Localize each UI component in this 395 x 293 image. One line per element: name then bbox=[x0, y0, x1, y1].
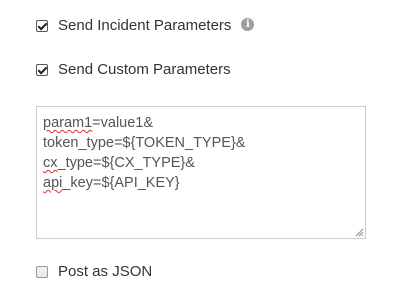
post-as-json-option[interactable]: Post as JSON bbox=[36, 262, 152, 282]
info-icon[interactable]: i bbox=[241, 17, 255, 31]
param-line-text: token_type=${TOKEN_TYPE}& bbox=[43, 135, 246, 151]
param-line-1: param1=value1& bbox=[43, 113, 245, 133]
send-custom-parameters-option[interactable]: Send Custom Parameters bbox=[36, 60, 231, 80]
send-incident-parameters-checkbox[interactable] bbox=[36, 20, 48, 32]
post-as-json-checkbox[interactable] bbox=[36, 266, 48, 278]
send-incident-parameters-option[interactable]: Send Incident Parameters i bbox=[36, 16, 255, 36]
spellcheck-word: param1 bbox=[43, 115, 93, 131]
custom-parameters-text[interactable]: param1=value1& token_type=${TOKEN_TYPE}&c… bbox=[43, 113, 245, 193]
send-custom-parameters-label[interactable]: Send Custom Parameters bbox=[58, 60, 231, 80]
post-as-json-label[interactable]: Post as JSON bbox=[58, 262, 152, 282]
spellcheck-word: api bbox=[43, 175, 63, 191]
spellcheck-word: cx bbox=[43, 155, 58, 171]
send-incident-parameters-label[interactable]: Send Incident Parameters bbox=[58, 16, 231, 36]
param-line-text: _type=${CX_TYPE}& bbox=[57, 155, 195, 171]
param-line-4: api_key=${API_KEY} bbox=[43, 173, 245, 193]
send-custom-parameters-checkbox[interactable] bbox=[36, 64, 48, 76]
param-line-3: cx_type=${CX_TYPE}& bbox=[43, 153, 245, 173]
param-line-2: token_type=${TOKEN_TYPE}& bbox=[43, 133, 245, 153]
param-line-text: =value1& bbox=[92, 115, 154, 131]
custom-parameters-textarea[interactable]: param1=value1& token_type=${TOKEN_TYPE}&c… bbox=[36, 106, 366, 239]
resize-grip-icon[interactable] bbox=[354, 227, 364, 237]
param-line-text: _key=${API_KEY} bbox=[62, 175, 180, 191]
